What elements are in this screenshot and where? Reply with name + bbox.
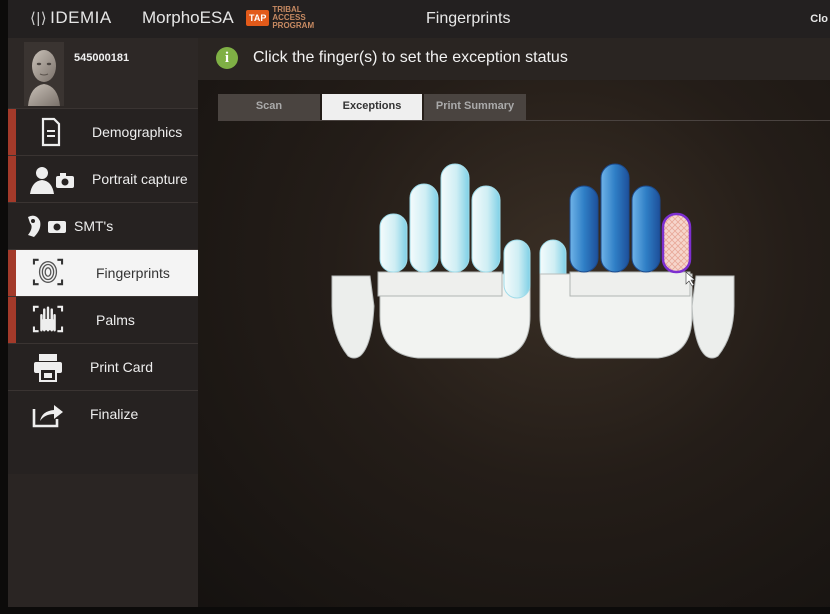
- sidebar-item-demographics[interactable]: Demographics: [8, 108, 198, 155]
- page-title: Fingerprints: [426, 10, 511, 27]
- idemia-logo-icon: ⟨|⟩: [30, 10, 48, 27]
- tap-logo: TAP TRIBAL ACCESS PROGRAM: [246, 6, 314, 30]
- palm-icon: [32, 305, 64, 333]
- sidebar-item-label: Print Card: [90, 359, 154, 375]
- sidebar-item-label: Finalize: [90, 406, 139, 422]
- sidebar-item-portrait-capture[interactable]: Portrait capture: [8, 155, 198, 202]
- right-index-finger[interactable]: [569, 185, 599, 273]
- top-bar: ⟨|⟩ IDEMIA MorphoESA TAP TRIBAL ACCESS PR…: [8, 0, 830, 39]
- info-icon: i: [216, 47, 238, 69]
- sidebar-item-fingerprints[interactable]: Fingerprints: [8, 249, 198, 296]
- close-button[interactable]: Clo: [810, 13, 828, 25]
- tab-bar: Scan Exceptions Print Summary: [218, 94, 830, 121]
- avatar: [24, 42, 64, 106]
- sidebar-item-label: Portrait capture: [92, 171, 188, 187]
- right-palm-band: [569, 271, 691, 297]
- status-marker: [8, 297, 16, 343]
- left-palm-band: [377, 271, 503, 297]
- sidebar-item-finalize[interactable]: Finalize: [8, 390, 198, 437]
- document-icon: [41, 117, 61, 147]
- sidebar-item-label: Palms: [96, 312, 135, 328]
- sidebar-item-label: Fingerprints: [96, 265, 170, 281]
- instruction-text: Click the finger(s) to set the exception…: [253, 49, 568, 66]
- main-panel: i Click the finger(s) to set the excepti…: [198, 38, 830, 607]
- tap-badge: TAP: [246, 10, 270, 26]
- sidebar-item-label: Demographics: [92, 124, 183, 140]
- status-marker: [8, 250, 16, 296]
- sidebar-item-print-card[interactable]: Print Card: [8, 343, 198, 390]
- fingerprint-icon: [32, 258, 64, 286]
- tap-program-words: TRIBAL ACCESS PROGRAM: [272, 5, 315, 30]
- tab-exceptions[interactable]: Exceptions: [322, 94, 422, 120]
- application-window: ⟨|⟩ IDEMIA MorphoESA TAP TRIBAL ACCESS PR…: [8, 0, 830, 607]
- left-index-finger[interactable]: [471, 185, 501, 273]
- portrait-camera-icon: [30, 167, 74, 194]
- tab-print-summary[interactable]: Print Summary: [424, 94, 526, 120]
- sidebar-item-smts[interactable]: SMT's: [8, 202, 198, 249]
- left-hand: [331, 163, 531, 359]
- idemia-logo: ⟨|⟩ IDEMIA: [30, 8, 112, 27]
- right-thumb[interactable]: [691, 275, 735, 359]
- left-ring-finger[interactable]: [409, 183, 439, 273]
- subject-profile: 545000181: [8, 38, 198, 108]
- sidebar: 545000181 Demographics Portrait capture: [8, 38, 198, 607]
- subject-id: 545000181: [74, 52, 130, 64]
- left-index-base[interactable]: [503, 239, 531, 299]
- status-marker: [8, 156, 16, 202]
- tab-scan[interactable]: Scan: [218, 94, 320, 120]
- status-marker: [8, 109, 16, 155]
- right-ring-finger[interactable]: [631, 185, 661, 273]
- right-little-finger-exception[interactable]: [661, 212, 692, 274]
- right-hand: [539, 163, 735, 359]
- sidebar-item-palms[interactable]: Palms: [8, 296, 198, 343]
- sidebar-empty-area: [8, 474, 198, 607]
- export-icon: [32, 405, 63, 428]
- left-thumb[interactable]: [331, 275, 375, 359]
- left-little-finger[interactable]: [379, 213, 408, 273]
- instruction-bar: i Click the finger(s) to set the excepti…: [198, 38, 830, 80]
- right-middle-finger[interactable]: [600, 163, 630, 273]
- product-name: MorphoESA: [142, 8, 234, 27]
- printer-icon: [34, 354, 62, 382]
- tattoo-camera-icon: [28, 215, 66, 237]
- sidebar-item-label: SMT's: [74, 218, 114, 234]
- hands-diagram: [331, 163, 735, 359]
- left-middle-finger[interactable]: [440, 163, 470, 273]
